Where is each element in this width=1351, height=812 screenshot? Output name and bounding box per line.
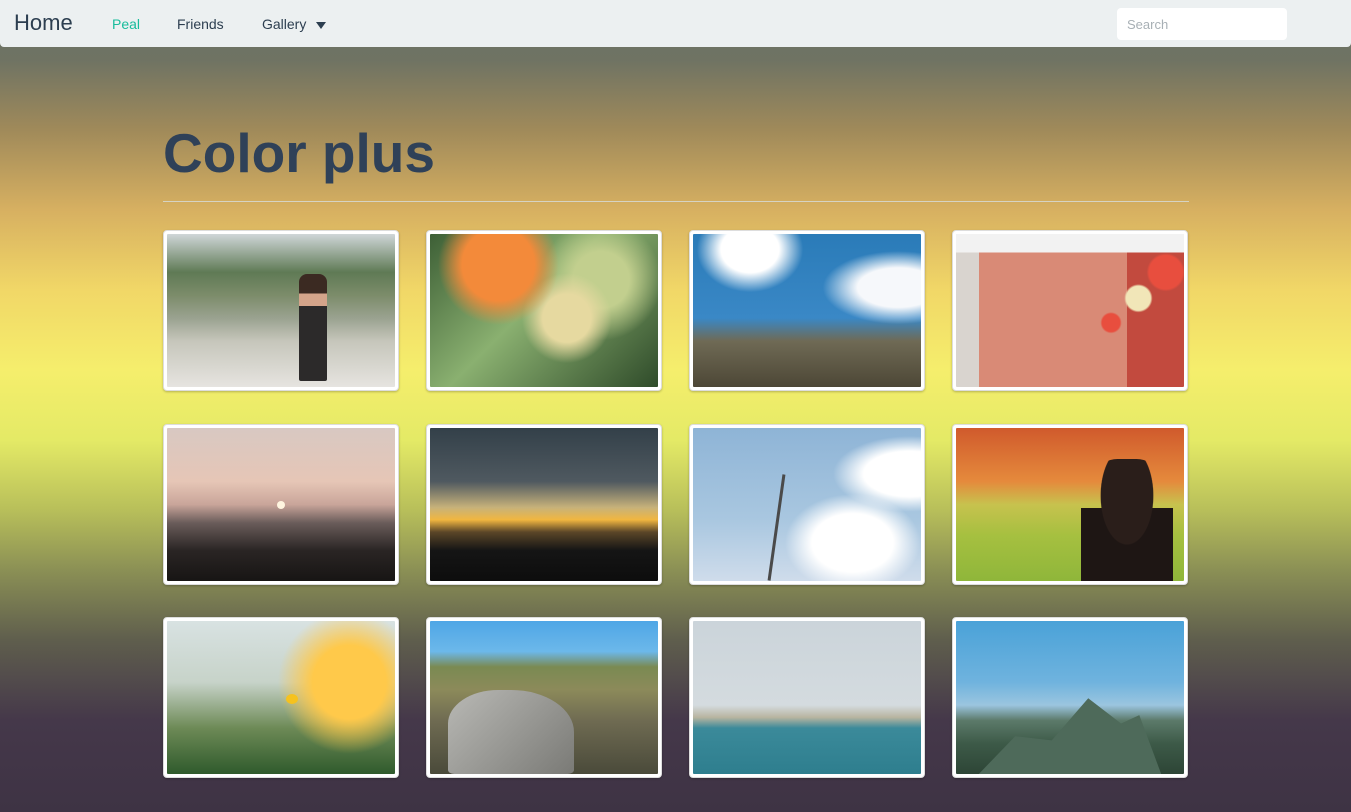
title-divider (163, 201, 1189, 202)
photo-thumbnail[interactable] (163, 617, 399, 778)
brand-home-link[interactable]: Home (14, 10, 73, 36)
photo-image (167, 621, 395, 774)
photo-image (956, 234, 1184, 387)
nav-link-friends[interactable]: Friends (177, 16, 224, 32)
photo-thumbnail[interactable] (952, 617, 1188, 778)
photo-image (693, 234, 921, 387)
caret-down-icon (316, 21, 327, 29)
photo-image (167, 234, 395, 387)
photo-thumbnail[interactable] (426, 230, 662, 391)
search-input[interactable] (1117, 8, 1287, 40)
nav-link-gallery-label: Gallery (262, 16, 307, 32)
photo-thumbnail[interactable] (163, 230, 399, 391)
navbar: Home Peal Friends Gallery (0, 0, 1351, 47)
photo-thumbnail[interactable] (689, 617, 925, 778)
photo-thumbnail[interactable] (952, 424, 1188, 585)
photo-image (693, 621, 921, 774)
photo-image (430, 621, 658, 774)
photo-thumbnail[interactable] (426, 424, 662, 585)
photo-image (430, 234, 658, 387)
photo-image (430, 428, 658, 581)
page-title: Color plus (163, 122, 435, 184)
photo-image (956, 621, 1184, 774)
photo-image (167, 428, 395, 581)
photo-thumbnail[interactable] (426, 617, 662, 778)
photo-thumbnail[interactable] (689, 230, 925, 391)
nav-link-peal[interactable]: Peal (112, 16, 140, 32)
nav-dropdown-gallery[interactable]: Gallery (262, 16, 327, 32)
photo-thumbnail[interactable] (952, 230, 1188, 391)
photo-thumbnail[interactable] (689, 424, 925, 585)
photo-image (956, 428, 1184, 581)
photo-thumbnail[interactable] (163, 424, 399, 585)
photo-image (693, 428, 921, 581)
